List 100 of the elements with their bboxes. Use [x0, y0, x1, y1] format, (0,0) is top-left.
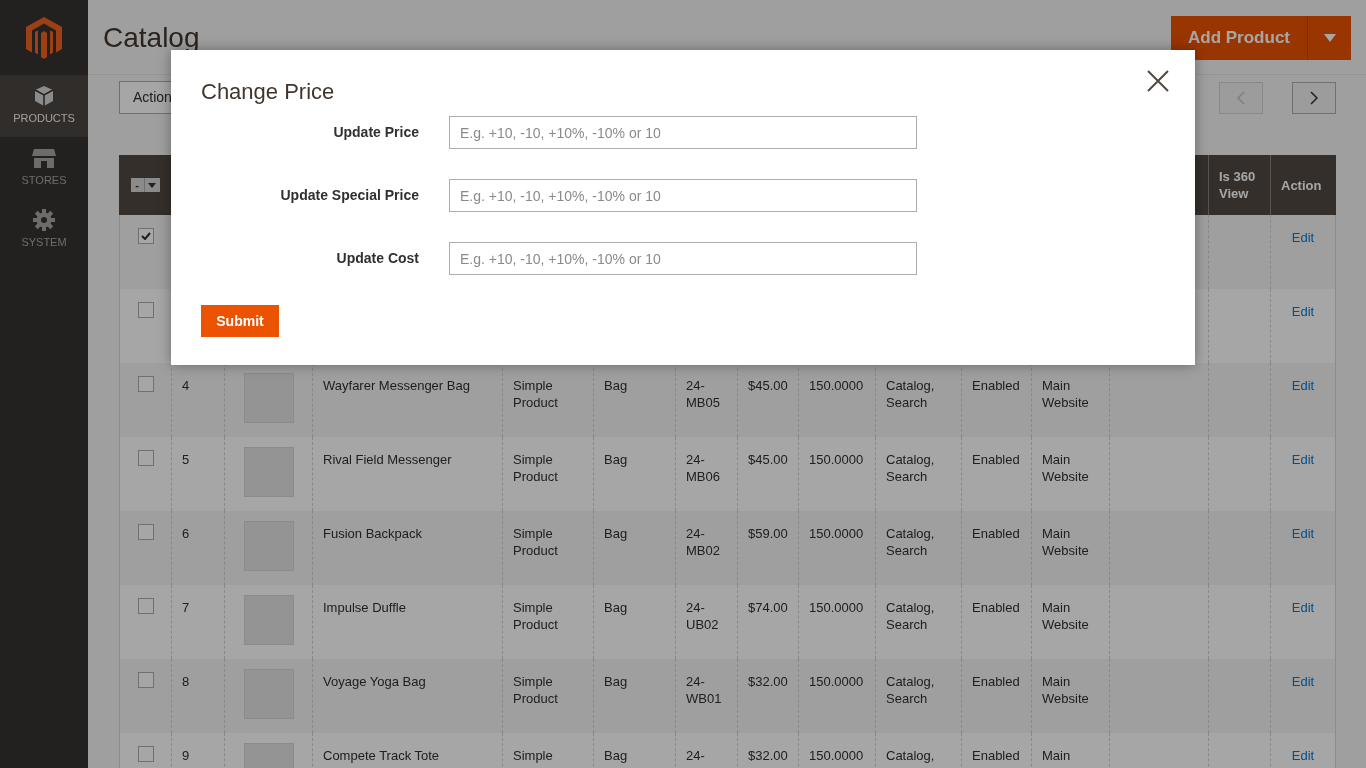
- id-cell: 7: [182, 600, 190, 615]
- sidebar-item[interactable]: SYSTEM: [0, 199, 88, 261]
- type-cell: Simple Product: [513, 378, 558, 410]
- page-title: Catalog: [103, 21, 200, 55]
- status-cell: Enabled: [972, 748, 1020, 763]
- id-cell: 4: [182, 378, 190, 393]
- quantity-cell: 150.0000: [809, 526, 864, 541]
- logo-icon: [26, 16, 62, 59]
- caret-icon: [148, 182, 156, 188]
- price-cell: $74.00: [748, 600, 788, 615]
- websites-cell: Main Website: [1042, 674, 1089, 706]
- quantity-cell: 150.0000: [809, 378, 864, 393]
- sku-cell: 24-UB02: [686, 600, 719, 632]
- sku-cell: 24-MB05: [686, 378, 720, 410]
- row-checkbox[interactable]: [137, 672, 154, 688]
- row-checkbox[interactable]: [137, 376, 154, 392]
- price-cell: $32.00: [748, 748, 788, 763]
- row-checkbox[interactable]: [137, 524, 154, 540]
- product-name: Voyage Yoga Bag: [323, 674, 426, 689]
- row-checkbox[interactable]: [137, 746, 154, 762]
- photo-placeholder: [243, 447, 294, 497]
- type-cell: Simple Product: [513, 526, 558, 558]
- next-page-button[interactable]: [1292, 82, 1336, 114]
- id-cell: 6: [182, 526, 190, 541]
- quantity-cell: 150.0000: [809, 600, 864, 615]
- websites-cell: Main Website: [1042, 452, 1089, 484]
- type-cell: Simple Product: [513, 674, 558, 706]
- price-input[interactable]: E.g. +10, -10, +10%, -10% or 10: [449, 116, 917, 149]
- product-name: Compete Track Tote: [323, 748, 440, 763]
- field-label: Update Special Price: [279, 186, 419, 205]
- store-icon: [31, 147, 57, 170]
- column-header[interactable]: Action: [1281, 176, 1322, 194]
- websites-cell: Main Website: [1042, 526, 1089, 558]
- attribute-set-cell: Bag: [604, 674, 628, 689]
- visibility-cell: Catalog, Search: [886, 378, 935, 410]
- attribute-set-cell: Bag: [604, 526, 628, 541]
- price-cell: $59.00: [748, 526, 788, 541]
- quantity-cell: 150.0000: [809, 674, 864, 689]
- status-cell: Enabled: [972, 378, 1020, 393]
- price-input[interactable]: E.g. +10, -10, +10%, -10% or 10: [449, 242, 917, 275]
- id-cell: 8: [182, 674, 190, 689]
- visibility-cell: Catalog, Search: [886, 452, 935, 484]
- submit-button[interactable]: Submit: [201, 305, 279, 337]
- row-checkbox[interactable]: [137, 598, 154, 614]
- price-input[interactable]: E.g. +10, -10, +10%, -10% or 10: [449, 179, 917, 212]
- attribute-set-cell: Bag: [604, 748, 628, 763]
- type-cell: Simple: [513, 748, 553, 763]
- websites-cell: Main Website: [1042, 600, 1089, 632]
- edit-link[interactable]: Edit: [1291, 600, 1315, 615]
- visibility-cell: Catalog, Search: [886, 526, 935, 558]
- sku-cell: 24-MB06: [686, 452, 720, 484]
- add-product-button[interactable]: Add Product: [1171, 16, 1307, 60]
- edit-link[interactable]: Edit: [1291, 452, 1315, 467]
- row-checkbox[interactable]: [137, 450, 154, 466]
- gear-icon: [33, 209, 55, 232]
- edit-link[interactable]: Edit: [1291, 378, 1315, 393]
- visibility-cell: Catalog, Search: [886, 674, 935, 706]
- status-cell: Enabled: [972, 452, 1020, 467]
- attribute-set-cell: Bag: [604, 378, 628, 393]
- edit-link[interactable]: Edit: [1291, 526, 1315, 541]
- visibility-cell: Catalog,: [886, 748, 935, 763]
- edit-link[interactable]: Edit: [1291, 748, 1315, 763]
- field-label: Update Price: [332, 123, 419, 142]
- photo-placeholder: [243, 595, 294, 645]
- price-cell: $32.00: [748, 674, 788, 689]
- sku-cell: 24-: [686, 748, 705, 763]
- websites-cell: Main: [1042, 748, 1071, 763]
- box-icon: [33, 85, 55, 108]
- product-name: Fusion Backpack: [323, 526, 422, 541]
- status-cell: Enabled: [972, 526, 1020, 541]
- edit-link[interactable]: Edit: [1291, 674, 1315, 689]
- edit-link[interactable]: Edit: [1291, 304, 1315, 319]
- chevron-left-icon: [1237, 91, 1245, 105]
- sku-cell: 24-MB02: [686, 526, 720, 558]
- row-checkbox[interactable]: [137, 228, 154, 244]
- price-cell: $45.00: [748, 452, 788, 467]
- row-checkbox[interactable]: [137, 302, 154, 318]
- edit-link[interactable]: Edit: [1291, 230, 1315, 245]
- sidebar-item[interactable]: PRODUCTS: [0, 75, 88, 137]
- sidebar-item[interactable]: STORES: [0, 137, 88, 199]
- caret-icon: [1323, 34, 1336, 42]
- close-button[interactable]: [1147, 70, 1169, 92]
- close-icon: [1147, 70, 1169, 92]
- id-cell: 9: [182, 748, 190, 763]
- type-cell: Simple Product: [513, 600, 558, 632]
- price-cell: $45.00: [748, 378, 788, 393]
- status-cell: Enabled: [972, 600, 1020, 615]
- quantity-cell: 150.0000: [809, 748, 864, 763]
- sku-cell: 24-WB01: [686, 674, 722, 706]
- photo-placeholder: [243, 373, 294, 423]
- websites-cell: Main Website: [1042, 378, 1089, 410]
- column-header[interactable]: Is 360 View: [1219, 168, 1260, 202]
- product-name: Wayfarer Messenger Bag: [323, 378, 470, 393]
- chevron-right-icon: [1310, 91, 1318, 105]
- visibility-cell: Catalog, Search: [886, 600, 935, 632]
- previous-page-button[interactable]: [1219, 82, 1263, 114]
- add-product-split-button[interactable]: Add Product: [1171, 16, 1351, 60]
- product-name: Impulse Duffle: [323, 600, 406, 615]
- quantity-cell: 150.0000: [809, 452, 864, 467]
- attribute-set-cell: Bag: [604, 452, 628, 467]
